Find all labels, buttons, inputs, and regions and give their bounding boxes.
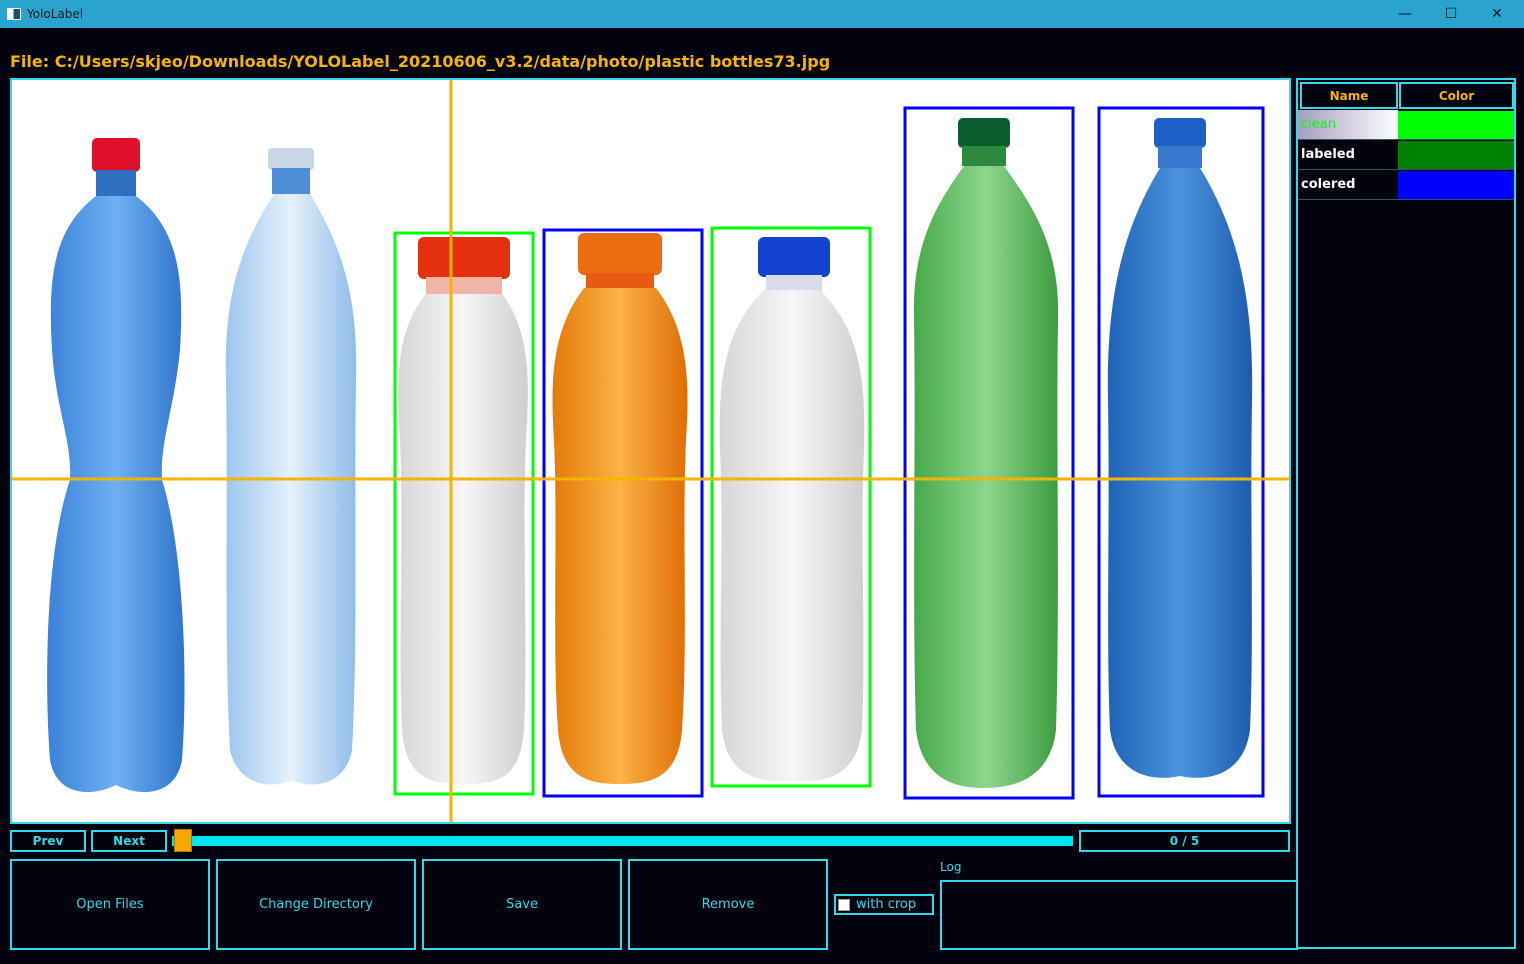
change-directory-button[interactable]: Change Directory [216, 859, 416, 950]
window-title: YoloLabel [27, 7, 84, 21]
prev-button[interactable]: Prev [10, 830, 86, 852]
open-files-button[interactable]: Open Files [10, 859, 210, 950]
class-name-header[interactable]: Name [1300, 82, 1398, 109]
class-name[interactable]: colered [1298, 170, 1398, 199]
class-color-swatch[interactable] [1398, 111, 1514, 139]
image-canvas[interactable] [10, 78, 1291, 824]
with-crop-label: with crop [856, 897, 917, 912]
class-row-colered[interactable]: colered [1298, 170, 1514, 200]
class-row-clean[interactable]: clean [1298, 110, 1514, 140]
bottle-white-blue-cap [719, 237, 865, 782]
bottle-green [913, 118, 1059, 788]
next-button[interactable]: Next [91, 830, 167, 852]
bottle-clear-blue [225, 148, 357, 785]
class-row-labeled[interactable]: labeled [1298, 140, 1514, 170]
bottle-blue-2 [1107, 118, 1253, 778]
save-button[interactable]: Save [422, 859, 622, 950]
bottle-white-red-cap [398, 237, 528, 784]
image-slider[interactable] [172, 836, 1073, 846]
class-color-swatch[interactable] [1398, 141, 1514, 169]
remove-button[interactable]: Remove [628, 859, 828, 950]
bottle-orange [552, 233, 688, 784]
log-label: Log [940, 860, 962, 874]
annotated-image[interactable] [12, 80, 1289, 822]
app-icon [7, 8, 21, 20]
image-counter: 0 / 5 [1079, 830, 1290, 852]
close-icon[interactable]: ✕ [1474, 0, 1520, 28]
log-textbox[interactable] [940, 880, 1298, 950]
class-color-header[interactable]: Color [1399, 82, 1514, 109]
class-table: Name Color clean labeled colered [1296, 78, 1516, 949]
class-name[interactable]: labeled [1298, 140, 1398, 169]
class-name[interactable]: clean [1298, 110, 1398, 139]
slider-handle[interactable] [174, 829, 192, 852]
file-path-label: File: C:/Users/skjeo/Downloads/YOLOLabel… [10, 52, 831, 71]
minimize-icon[interactable]: — [1382, 0, 1428, 28]
checkbox-box[interactable] [838, 898, 850, 911]
bottle-blue-1 [47, 138, 185, 793]
with-crop-checkbox[interactable]: with crop [834, 894, 934, 915]
title-bar: YoloLabel — ☐ ✕ [0, 0, 1524, 28]
class-color-swatch[interactable] [1398, 171, 1514, 199]
maximize-icon[interactable]: ☐ [1428, 0, 1474, 28]
